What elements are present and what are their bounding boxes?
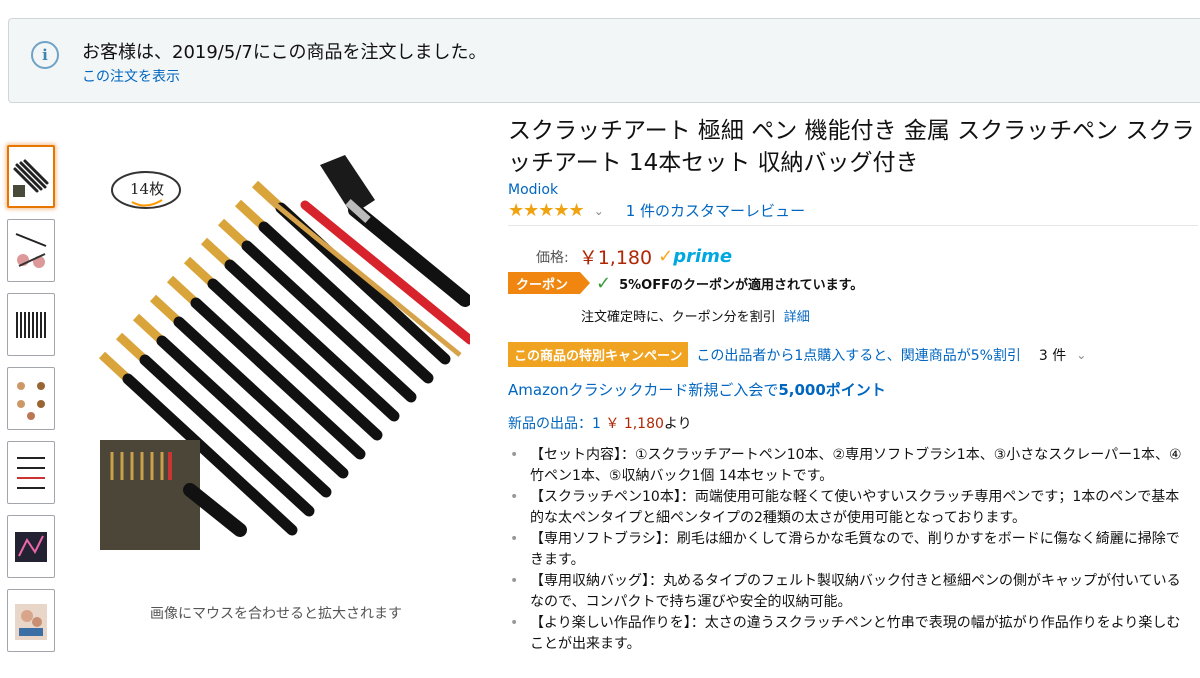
star-rating[interactable]: ★★★★★ xyxy=(508,200,585,221)
review-count-link[interactable]: 1 件のカスタマーレビュー xyxy=(626,200,805,221)
coupon-applied-text: 5%OFFのクーポンが適用されています。 xyxy=(619,277,864,293)
chevron-down-icon[interactable]: ⌄ xyxy=(1076,348,1086,362)
order-notice-message: お客様は、2019/5/7にこの商品を注文しました。 xyxy=(82,42,487,63)
new-offers-price: ￥ 1,180 xyxy=(605,416,664,432)
coupon-note: 注文確定時に、クーポン分を割引 詳細 xyxy=(581,310,810,325)
thumbnail-strip xyxy=(7,145,56,663)
feature-bullet: 【セット内容】：①スクラッチアートペン10本、②専用ソフトブラシ1本、③小さなス… xyxy=(508,445,1188,487)
campaign-badge: この商品の特別キャンペーン xyxy=(508,342,689,367)
thumbnail-2[interactable] xyxy=(7,219,55,282)
rating-row: ★★★★★ ⌄ 1 件のカスタマーレビュー xyxy=(508,200,1198,226)
brand-link[interactable]: Modiok xyxy=(508,182,1198,198)
price-row: 価格: ￥1,180 ✓prime xyxy=(536,243,732,270)
coupon-badge: クーポン xyxy=(508,272,591,294)
view-order-link[interactable]: この注文を表示 xyxy=(82,66,180,86)
thumbnail-7[interactable] xyxy=(7,589,55,652)
thumbnail-1[interactable] xyxy=(7,145,55,208)
price-value: ￥1,180 xyxy=(578,247,653,269)
thumbnail-6[interactable] xyxy=(7,515,55,578)
thumbnail-5[interactable] xyxy=(7,441,55,504)
campaign-count: 3 件 xyxy=(1038,347,1067,364)
checkmark-icon: ✓ xyxy=(596,272,612,294)
storage-bag-illustration xyxy=(100,440,200,550)
main-product-image[interactable]: 14枚 xyxy=(90,140,475,570)
order-notice-bar: i お客様は、2019/5/7にこの商品を注文しました。 この注文を表示 xyxy=(8,18,1200,103)
coupon-details-link[interactable]: 詳細 xyxy=(784,310,810,325)
feature-bullet: 【より楽しい作品作りを】：太さの違うスクラッチペンと竹串で表現の幅が拡がり作品作… xyxy=(508,613,1188,655)
feature-bullet: 【スクラッチペン10本】：両端使用可能な軽くて使いやすいスクラッチ専用ペンです；… xyxy=(508,487,1188,529)
price-label: 価格: xyxy=(536,249,569,266)
info-icon: i xyxy=(31,41,59,69)
new-offers-link[interactable]: 新品の出品：1 xyxy=(508,416,601,432)
zoom-hint: 画像にマウスを合わせると拡大されます xyxy=(150,606,402,622)
product-title: スクラッチアート 極細 ペン 機能付き 金属 スクラッチペン スクラッチアート … xyxy=(508,118,1195,176)
campaign-link[interactable]: この出品者から1点購入すると、関連商品が5%割引 xyxy=(696,345,1021,365)
campaign-row: この商品の特別キャンペーン この出品者から1点購入すると、関連商品が5%割引 3… xyxy=(508,342,1086,367)
prime-logo: ✓prime xyxy=(658,246,733,267)
new-offers-row: 新品の出品：1 ￥ 1,180より xyxy=(508,416,692,432)
thumbnail-4[interactable] xyxy=(7,367,55,430)
product-details: スクラッチアート 極細 ペン 機能付き 金属 スクラッチペン スクラッチアート … xyxy=(508,115,1198,652)
count-badge: 14枚 xyxy=(130,180,164,198)
feature-bullet: 【専用ソフトブラシ】：刷毛は細かくして滑らかな毛質なので、削りかすをボードに傷な… xyxy=(508,529,1188,571)
coupon-row: クーポン ✓ 5%OFFのクーポンが適用されています。 xyxy=(508,272,863,294)
feature-bullets: 【セット内容】：①スクラッチアートペン10本、②専用ソフトブラシ1本、③小さなス… xyxy=(508,445,1188,655)
chevron-down-icon[interactable]: ⌄ xyxy=(594,204,604,218)
feature-bullet: 【専用収納バッグ】：丸めるタイプのフェルト製収納バック付きと極細ペンの側がキャッ… xyxy=(508,571,1188,613)
prime-check-icon: ✓ xyxy=(658,246,674,267)
card-offer-link[interactable]: Amazonクラシックカード新規ご入会で5,000ポイント xyxy=(508,379,886,400)
thumbnail-3[interactable] xyxy=(7,293,55,356)
